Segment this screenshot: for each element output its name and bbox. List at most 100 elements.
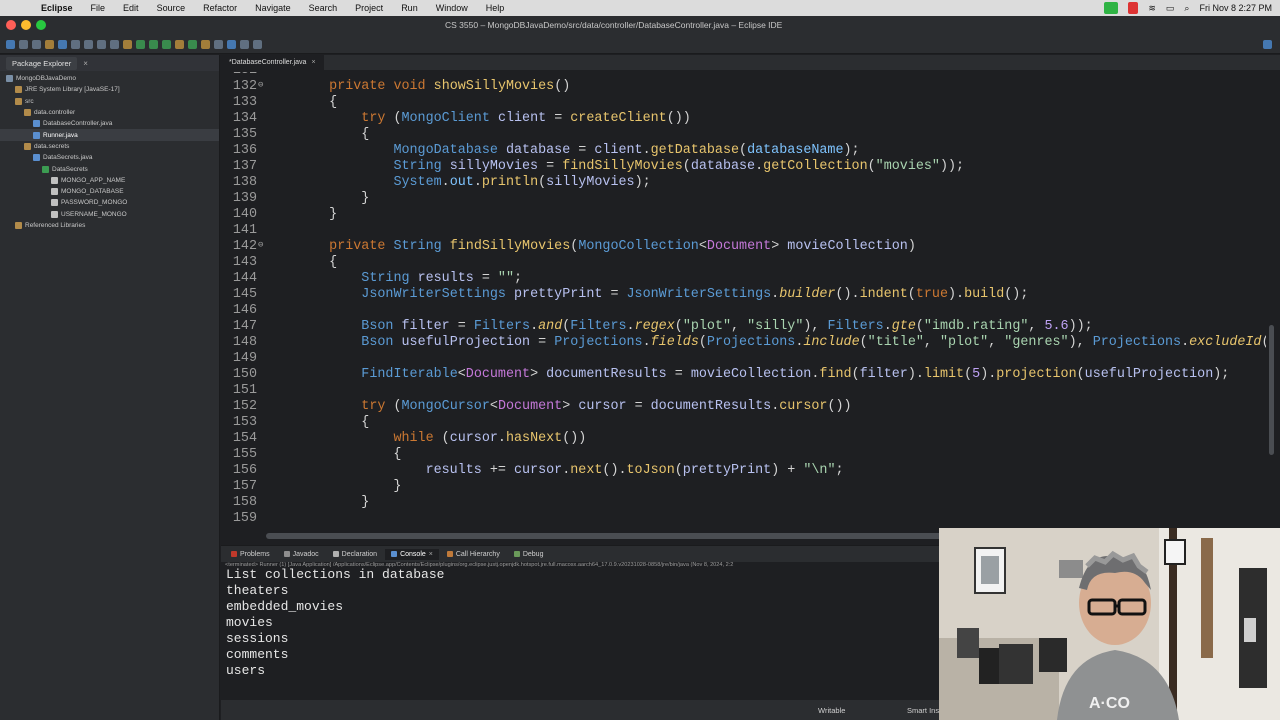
code-line[interactable]: 143 { [221,255,1266,271]
code-line[interactable]: 152 try (MongoCursor<Document> cursor = … [221,399,1266,415]
new-package-icon[interactable] [175,40,184,49]
code-line[interactable]: 151 [221,383,1266,399]
menu-file[interactable]: File [82,3,115,13]
forward-icon[interactable] [253,40,262,49]
battery-icon[interactable]: ▭ [1166,3,1175,14]
new-class-icon[interactable] [188,40,197,49]
console-tab-debug[interactable]: Debug [508,549,550,560]
code-line[interactable]: 134 try (MongoClient client = createClie… [221,111,1266,127]
tree-item[interactable]: Referenced Libraries [0,220,219,231]
undo-icon[interactable] [45,40,54,49]
perspective-icon[interactable] [1263,40,1272,49]
camera-icon[interactable] [1104,2,1119,14]
tree-item[interactable]: PASSWORD_MONGO [0,197,219,208]
run-icon[interactable] [149,40,158,49]
search-toolbar-icon[interactable] [214,40,223,49]
open-type-icon[interactable] [201,40,210,49]
code-line[interactable]: 131 [221,72,1266,79]
tree-item[interactable]: data.controller [0,107,219,118]
menu-source[interactable]: Source [148,3,195,13]
terminal-icon[interactable] [58,40,67,49]
tree-item[interactable]: JRE System Library [JavaSE-17] [0,84,219,95]
code-line[interactable]: 144 String results = ""; [221,271,1266,287]
package-explorer-tab[interactable]: Package Explorer [6,56,78,70]
code-line[interactable]: 142 ⊖ private String findSillyMovies(Mong… [221,239,1266,255]
code-line[interactable]: 133 { [221,95,1266,111]
menu-refactor[interactable]: Refactor [194,3,246,13]
code-area[interactable]: 131132⊖ private void showSillyMovies()13… [221,72,1266,532]
save-icon[interactable] [19,40,28,49]
code-line[interactable]: 154 while (cursor.hasNext()) [221,431,1266,447]
menu-app-name[interactable]: Eclipse [32,3,82,13]
vertical-scrollbar[interactable] [1269,325,1274,455]
terminate-icon[interactable] [110,40,119,49]
tree-item[interactable]: MongoDBJavaDemo [0,73,219,84]
code-line[interactable]: 158 } [221,495,1266,511]
minimize-window-icon[interactable] [21,20,31,30]
close-view-icon[interactable]: × [83,59,88,68]
tree-item[interactable]: MONGO_DATABASE [0,186,219,197]
tree-item[interactable]: data.secrets [0,141,219,152]
wifi-icon[interactable]: ≋ [1148,3,1156,14]
tree-item[interactable]: src [0,96,219,107]
save-all-icon[interactable] [32,40,41,49]
editor-tab[interactable]: *DatabaseController.java × [221,55,324,70]
menu-window[interactable]: Window [427,3,477,13]
tree-item[interactable]: DataSecrets [0,163,219,174]
code-line[interactable]: 132 ⊖ private void showSillyMovies() [221,79,1266,95]
suspend-icon[interactable] [97,40,106,49]
code-line[interactable]: 138 System.out.println(sillyMovies); [221,175,1266,191]
code-line[interactable]: 147 Bson filter = Filters.and(Filters.re… [221,319,1266,335]
code-line[interactable]: 139 } [221,191,1266,207]
build-icon[interactable] [123,40,132,49]
code-line[interactable]: 137 String sillyMovies = findSillyMovies… [221,159,1266,175]
code-line[interactable]: 136 MongoDatabase database = client.getD… [221,143,1266,159]
code-line[interactable]: 146 [221,303,1266,319]
search-icon[interactable]: ⌕ [1184,3,1189,14]
code-line[interactable]: 149 [221,351,1266,367]
menu-help[interactable]: Help [477,3,514,13]
menu-project[interactable]: Project [346,3,392,13]
tree-item[interactable]: Runner.java [0,129,219,141]
coverage-icon[interactable] [162,40,171,49]
code-line[interactable]: 150 FindIterable<Document> documentResul… [221,367,1266,383]
tree-item[interactable]: MONGO_APP_NAME [0,175,219,186]
debug-icon[interactable] [136,40,145,49]
code-line[interactable]: 156 results += cursor.next().toJson(pret… [221,463,1266,479]
code-line[interactable]: 159 [221,511,1266,527]
code-line[interactable]: 140 } [221,207,1266,223]
menu-search[interactable]: Search [300,3,347,13]
code-line[interactable]: 145 JsonWriterSettings prettyPrint = Jso… [221,287,1266,303]
fold-marker-icon[interactable]: ⊖ [258,240,263,250]
close-window-icon[interactable] [6,20,16,30]
clock[interactable]: Fri Nov 8 2:27 PM [1199,3,1272,13]
code-line[interactable]: 141 [221,223,1266,239]
menu-run[interactable]: Run [392,3,427,13]
console-tab-declaration[interactable]: Declaration [327,549,383,560]
zoom-window-icon[interactable] [36,20,46,30]
code-line[interactable]: 148 Bson usefulProjection = Projections.… [221,335,1266,351]
back-icon[interactable] [240,40,249,49]
console-tab-javadoc[interactable]: Javadoc [278,549,325,560]
code-line[interactable]: 153 { [221,415,1266,431]
close-console-icon[interactable]: × [429,551,433,558]
skip-icon[interactable] [71,40,80,49]
record-icon[interactable] [1128,2,1139,14]
code-line[interactable]: 155 { [221,447,1266,463]
close-tab-icon[interactable]: × [311,59,315,66]
console-tab-problems[interactable]: Problems [225,549,276,560]
resume-icon[interactable] [84,40,93,49]
code-line[interactable]: 135 { [221,127,1266,143]
fold-marker-icon[interactable]: ⊖ [258,80,263,90]
console-tab-console[interactable]: Console × [385,548,439,560]
code-line[interactable]: 157 } [221,479,1266,495]
tree-item[interactable]: DatabaseController.java [0,118,219,129]
annotation-icon[interactable] [227,40,236,49]
console-tab-call-hierarchy[interactable]: Call Hierarchy [441,549,506,560]
new-icon[interactable] [6,40,15,49]
code-token: cursor [449,431,498,446]
tree-item[interactable]: DataSecrets.java [0,152,219,163]
menu-edit[interactable]: Edit [114,3,148,13]
tree-item[interactable]: USERNAME_MONGO [0,209,219,220]
menu-navigate[interactable]: Navigate [246,3,300,13]
